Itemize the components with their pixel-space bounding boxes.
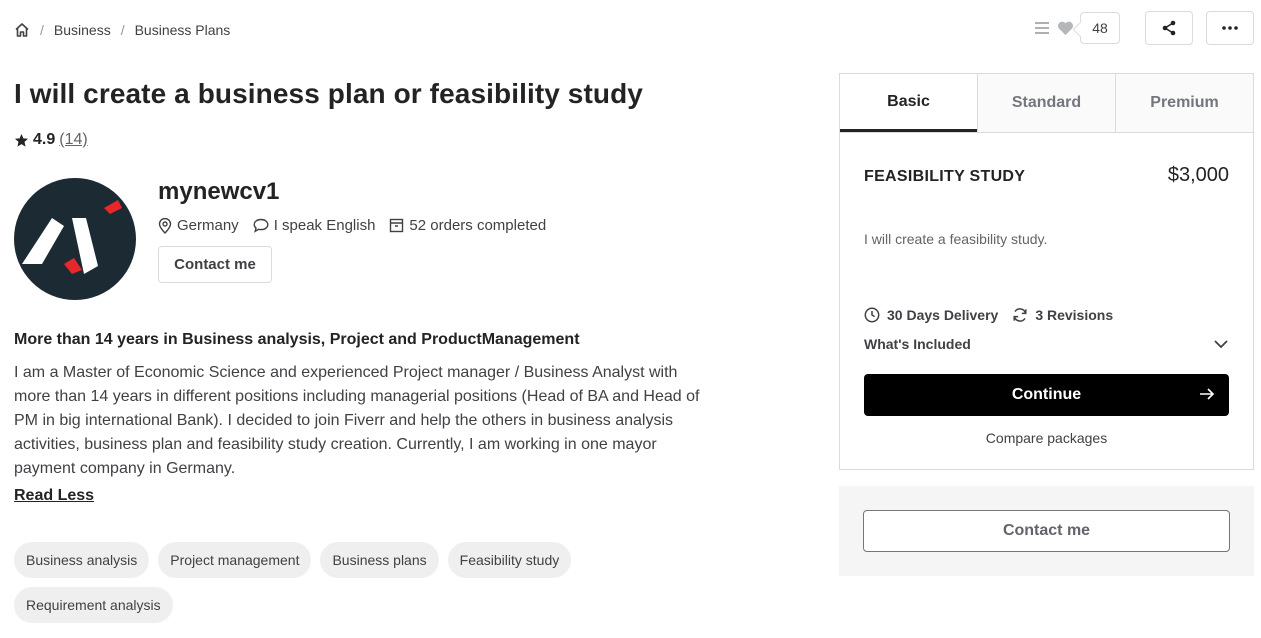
ellipsis-icon (1222, 26, 1238, 30)
revisions-text: 3 Revisions (1035, 307, 1114, 323)
delivery-time: 30 Days Delivery (864, 307, 998, 323)
seller-language-text: I speak English (273, 217, 376, 234)
tab-basic[interactable]: Basic (840, 74, 977, 132)
contact-panel: Contact me (839, 486, 1254, 576)
package-panel: Basic Standard Premium FEASIBILITY STUDY… (839, 73, 1254, 470)
more-options-button[interactable] (1206, 11, 1254, 45)
breadcrumb-separator: / (40, 22, 44, 38)
list-icon[interactable] (1033, 19, 1051, 37)
package-tabs: Basic Standard Premium (840, 74, 1253, 133)
revisions: 3 Revisions (1012, 307, 1113, 323)
whats-included-label: What's Included (864, 336, 971, 352)
speech-bubble-icon (253, 218, 274, 233)
top-actions: 48 (1033, 11, 1254, 45)
tag-list: Business analysis Project management Bus… (14, 542, 634, 623)
seller-name[interactable]: mynewcv1 (158, 178, 279, 206)
likes-count: 48 (1080, 12, 1120, 44)
tag-feasibility-study[interactable]: Feasibility study (447, 542, 572, 578)
tag-project-management[interactable]: Project management (158, 542, 312, 578)
about-text: I am a Master of Economic Science and ex… (14, 364, 700, 477)
breadcrumb-business[interactable]: Business (54, 22, 111, 38)
seller-meta: Germany I speak English 52 orders comple… (158, 217, 560, 234)
read-less-link[interactable]: Read Less (14, 487, 94, 505)
continue-button[interactable]: Continue (864, 374, 1229, 416)
tag-business-analysis[interactable]: Business analysis (14, 542, 150, 578)
seller-orders: 52 orders completed (389, 217, 546, 234)
home-icon[interactable] (14, 22, 30, 38)
tag-business-plans[interactable]: Business plans (320, 542, 439, 578)
location-pin-icon (158, 217, 177, 234)
about-heading: More than 14 years in Business analysis,… (14, 331, 580, 348)
breadcrumb-business-plans[interactable]: Business Plans (135, 22, 231, 38)
rating-score: 4.9 (33, 131, 56, 148)
seller-avatar[interactable] (14, 178, 136, 300)
breadcrumb-separator: / (120, 22, 125, 38)
box-icon (389, 218, 409, 233)
package-price: $3,000 (1167, 164, 1229, 186)
package-features: 30 Days Delivery 3 Revisions (864, 307, 1127, 323)
tag-requirement-analysis[interactable]: Requirement analysis (14, 587, 173, 623)
share-icon (1161, 20, 1177, 36)
tab-standard[interactable]: Standard (977, 74, 1115, 132)
gig-rating: 4.9 (14) (14, 131, 88, 149)
package-name: FEASIBILITY STUDY (864, 168, 1026, 185)
gig-title: I will create a business plan or feasibi… (14, 78, 643, 109)
heart-icon[interactable] (1057, 20, 1074, 37)
seller-country: Germany (158, 217, 239, 234)
seller-orders-text: 52 orders completed (409, 217, 547, 234)
whats-included-toggle[interactable]: What's Included (864, 336, 1229, 352)
seller-country-text: Germany (177, 217, 239, 234)
contact-me-button[interactable]: Contact me (863, 510, 1230, 552)
breadcrumb: / Business / Business Plans (14, 22, 230, 38)
package-description: I will create a feasibility study. (864, 231, 1048, 247)
refresh-icon (1012, 307, 1035, 323)
share-button[interactable] (1145, 11, 1193, 45)
continue-label: Continue (1011, 386, 1082, 403)
chevron-down-icon (1213, 339, 1229, 349)
arrow-right-icon (1199, 387, 1215, 406)
tab-premium[interactable]: Premium (1115, 74, 1253, 132)
clock-icon (864, 307, 887, 323)
rating-count-link[interactable]: (14) (59, 131, 87, 149)
seller-language: I speak English (253, 217, 376, 234)
delivery-text: 30 Days Delivery (887, 307, 999, 323)
star-icon (14, 133, 29, 148)
contact-seller-button[interactable]: Contact me (158, 246, 272, 283)
compare-packages-link[interactable]: Compare packages (864, 430, 1229, 446)
